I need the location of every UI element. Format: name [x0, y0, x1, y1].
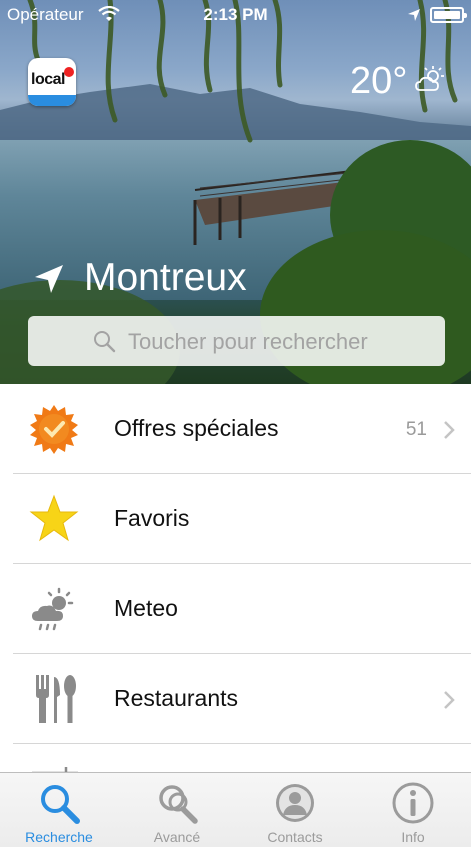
menu-item-meteo[interactable]: Meteo: [13, 564, 471, 654]
menu-item-label: Offres spéciales: [114, 415, 279, 441]
menu-item-offres-speciales[interactable]: Offres spéciales 51: [13, 384, 471, 474]
temperature[interactable]: 20°: [350, 60, 407, 103]
tab-avance[interactable]: Avancé: [118, 773, 236, 847]
cutlery-icon: [36, 675, 76, 723]
contact-icon: [276, 784, 314, 822]
weather-cloud-icon: [32, 587, 74, 631]
menu-list: Offres spéciales 51 Favoris Meteo Restau…: [0, 384, 471, 834]
search-field[interactable]: Toucher pour rechercher: [28, 316, 445, 366]
search-icon: [41, 785, 80, 824]
menu-item-restaurants[interactable]: Restaurants: [13, 654, 471, 744]
info-icon: [392, 782, 434, 824]
offer-count: 51: [405, 419, 427, 440]
menu-item-favoris[interactable]: Favoris: [13, 474, 471, 564]
location-services-icon: [408, 9, 420, 21]
menu-item-label: Restaurants: [114, 685, 239, 711]
special-offer-badge-icon: [30, 405, 78, 454]
logo-text: local: [31, 71, 65, 88]
tab-bar: Recherche Avancé Contacts Info: [0, 772, 471, 847]
tab-label: Avancé: [153, 829, 201, 845]
location-arrow-icon: [35, 265, 63, 293]
menu-item-label: Meteo: [114, 595, 178, 621]
chevron-right-icon: [444, 691, 455, 709]
tab-contacts[interactable]: Contacts: [236, 773, 354, 847]
logo-bar: [28, 95, 76, 106]
logo-dot: [64, 67, 74, 77]
tab-info[interactable]: Info: [354, 773, 471, 847]
search-icon: [94, 331, 116, 353]
hero-photo: Opérateur 2:13 PM local 20° Montreux Tou…: [0, 0, 471, 384]
partly-cloudy-icon[interactable]: [414, 64, 446, 96]
tab-label: Recherche: [25, 829, 93, 845]
tab-label: Info: [401, 829, 425, 845]
tab-recherche[interactable]: Recherche: [0, 773, 118, 847]
tab-label: Contacts: [267, 829, 323, 845]
advanced-search-icon: [159, 785, 198, 824]
city-name[interactable]: Montreux: [84, 256, 247, 300]
local-logo[interactable]: local: [28, 58, 76, 106]
status-bar: Opérateur 2:13 PM: [0, 0, 471, 32]
menu-item-label: Favoris: [114, 505, 190, 531]
search-placeholder: Toucher pour rechercher: [128, 329, 368, 354]
battery-icon: [430, 7, 467, 23]
star-icon: [29, 494, 79, 542]
chevron-right-icon: [444, 421, 455, 439]
clock: 2:13 PM: [203, 5, 268, 24]
